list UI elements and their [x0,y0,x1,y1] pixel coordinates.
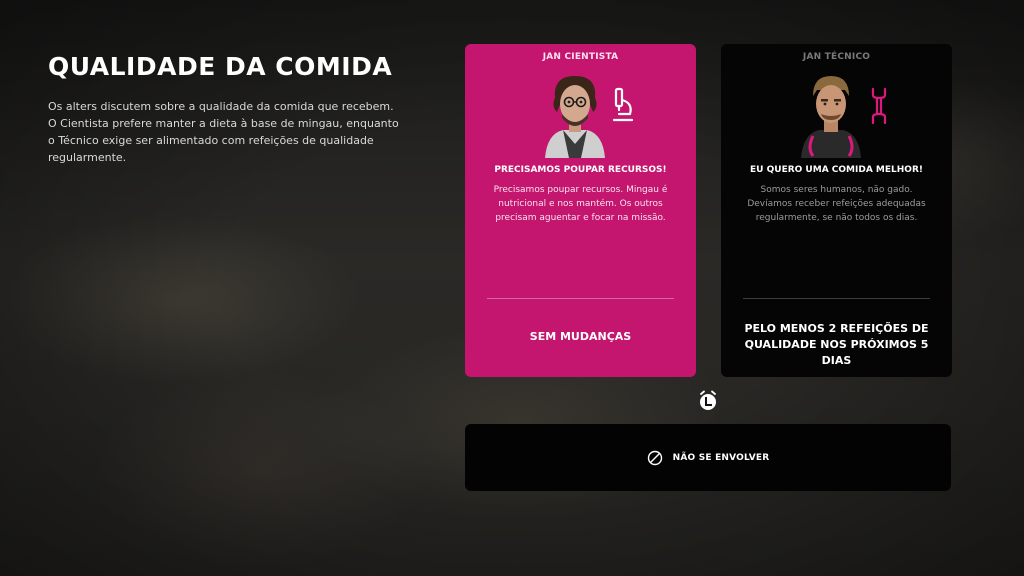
scientist-portrait [545,76,605,158]
alarm-clock-icon [700,390,716,410]
option-no-changes[interactable]: SEM MUDANÇAS [477,329,684,345]
technician-argument: Somos seres humanos, não gado. Devíamos … [747,185,926,223]
technician-portrait [801,76,861,158]
event-title: QUALIDADE DA COMIDA [48,52,393,81]
event-description: Os alters discutem sobre a qualidade da … [48,100,399,164]
do-not-get-involved-button[interactable]: NÃO SE ENVOLVER [465,424,951,491]
card-divider [487,298,674,299]
scientist-headline: PRECISAMOS POUPAR RECURSOS! [494,165,667,175]
choice-card-scientist[interactable]: JAN CIENTISTA PRECISAMOS POUPAR RECURSOS… [465,44,696,377]
event-info: QUALIDADE DA COMIDA Os alters discutem s… [48,50,400,166]
wrench-icon [871,87,887,125]
technician-headline: EU QUERO UMA COMIDA MELHOR! [750,165,923,175]
choice-card-technician[interactable]: JAN TÉCNICO EU QUERO UMA COMIDA MELHOR! … [721,44,952,377]
microscope-icon [612,87,634,122]
scientist-argument: Precisamos poupar recursos. Mingau é nut… [493,185,668,223]
character-name: JAN TÉCNICO [802,52,871,62]
card-divider [743,298,930,299]
skip-label: NÃO SE ENVOLVER [672,452,770,463]
prohibited-icon [647,450,662,465]
option-quality-meals[interactable]: PELO MENOS 2 REFEIÇÕES DE QUALIDADE NOS … [733,321,940,369]
character-name: JAN CIENTISTA [542,52,619,62]
